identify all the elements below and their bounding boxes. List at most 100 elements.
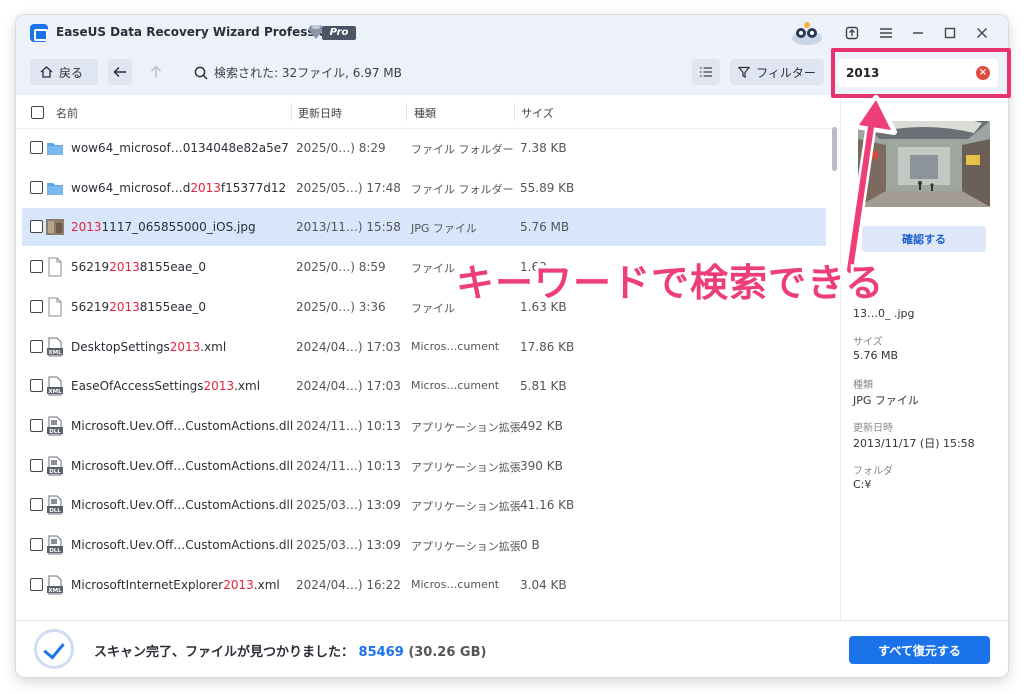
back-button[interactable]: 戻る bbox=[30, 59, 98, 85]
file-date: 2024/04…) 16:22 bbox=[296, 577, 401, 592]
recover-all-button[interactable]: すべて復元する bbox=[849, 636, 990, 664]
preview-panel: 確認する 13…0_ .jpg サイズ 5.76 MB 種類 JPG ファイル … bbox=[840, 95, 1008, 620]
file-name-part: MicrosoftInternetExplorer bbox=[71, 577, 224, 592]
preview-size-label: サイズ bbox=[853, 337, 883, 348]
file-name[interactable]: DesktopSettings2013.xml bbox=[71, 340, 226, 354]
header-name[interactable]: 名前 bbox=[56, 105, 78, 121]
file-name-part: Microsoft.Uev.Off…CustomActions.dll bbox=[71, 538, 294, 552]
row-checkbox[interactable] bbox=[30, 220, 43, 234]
row-checkbox[interactable] bbox=[30, 180, 43, 194]
maximize-icon[interactable] bbox=[940, 23, 960, 43]
upload-feedback-icon[interactable] bbox=[842, 23, 862, 43]
scan-result: スキャン完了、ファイルが見つかりました： 85469 (30.26 GB) bbox=[94, 641, 486, 660]
list-view-button[interactable] bbox=[692, 59, 720, 85]
row-checkbox[interactable] bbox=[30, 418, 43, 432]
header-divider[interactable] bbox=[406, 103, 407, 121]
row-checkbox[interactable] bbox=[30, 260, 43, 274]
file-name[interactable]: Microsoft.Uev.Off…CustomActions.dll bbox=[71, 538, 293, 552]
filter-button[interactable]: フィルター bbox=[730, 59, 824, 85]
confirm-button[interactable]: 確認する bbox=[862, 226, 986, 252]
preview-file-name: 13…0_ .jpg bbox=[853, 307, 915, 320]
table-row[interactable]: wow64_microsof…d2013f15377d12 2025/05…) 1… bbox=[22, 169, 826, 207]
file-size: 390 KB bbox=[520, 458, 563, 473]
file-type: Micros…cument bbox=[411, 339, 500, 353]
select-all-checkbox[interactable] bbox=[31, 106, 44, 119]
row-checkbox[interactable] bbox=[30, 538, 43, 551]
preview-size-value: 5.76 MB bbox=[853, 349, 899, 362]
nav-back-button[interactable] bbox=[108, 59, 132, 85]
arrow-left-icon bbox=[113, 66, 126, 78]
file-name[interactable]: wow64_microsof…d2013f15377d12 bbox=[71, 181, 286, 195]
search-box[interactable]: × bbox=[838, 59, 998, 87]
row-checkbox[interactable] bbox=[30, 141, 43, 154]
search-status: 検索された: 32ファイル, 6.97 MB bbox=[194, 64, 402, 81]
filter-icon bbox=[738, 66, 751, 78]
file-name-part: DesktopSettings bbox=[71, 339, 170, 354]
minimize-icon[interactable] bbox=[908, 23, 928, 43]
nav-up-button[interactable] bbox=[144, 59, 168, 85]
file-name[interactable]: MicrosoftInternetExplorer2013.xml bbox=[71, 578, 280, 592]
svg-text:DLL: DLL bbox=[49, 548, 61, 554]
file-date: 2024/04…) 17:03 bbox=[296, 339, 401, 354]
svg-text:DLL: DLL bbox=[49, 469, 61, 475]
table-row[interactable]: DLL Microsoft.Uev.Off…CustomActions.dll 20… bbox=[22, 486, 826, 524]
table-row[interactable]: XML EaseOfAccessSettings2013.xml 2024/04…)… bbox=[22, 367, 826, 405]
list-header: 名前 更新日時 種類 サイズ bbox=[16, 95, 840, 129]
table-row[interactable]: DLL Microsoft.Uev.Off…CustomActions.dll 20… bbox=[22, 407, 826, 445]
file-date: 2025/03…) 13:09 bbox=[296, 498, 401, 513]
filter-label: フィルター bbox=[756, 65, 816, 80]
file-name[interactable]: 5621920138155eae_0 bbox=[71, 300, 206, 314]
file-icon bbox=[46, 297, 64, 317]
file-name-part: 56219 bbox=[71, 260, 110, 275]
dll-file-icon: DLL bbox=[46, 416, 64, 436]
row-checkbox[interactable] bbox=[30, 339, 43, 353]
file-name[interactable]: wow64_microsof…0134048e82a5e7 bbox=[71, 141, 289, 155]
table-row[interactable]: DLL Microsoft.Uev.Off…CustomActions.dll 20… bbox=[22, 447, 826, 485]
dll-file-icon: DLL bbox=[46, 495, 64, 515]
clear-search-icon[interactable]: × bbox=[976, 66, 990, 80]
header-type[interactable]: 種類 bbox=[414, 105, 436, 121]
file-type: アプリケーション拡張 bbox=[411, 420, 521, 434]
preview-type-value: JPG ファイル bbox=[853, 394, 919, 407]
row-checkbox[interactable] bbox=[30, 577, 43, 591]
avatar-icon[interactable] bbox=[790, 21, 824, 45]
file-name-part: 8155eae_0 bbox=[139, 299, 207, 314]
file-name[interactable]: Microsoft.Uev.Off…CustomActions.dll bbox=[71, 459, 293, 473]
file-type: ファイル フォルダー bbox=[411, 182, 514, 196]
table-row[interactable]: wow64_microsof…0134048e82a5e7 2025/0…) 8:… bbox=[22, 129, 826, 167]
table-row[interactable]: 20131117_065855000_iOS.jpg 2013/11…) 15:5… bbox=[22, 208, 826, 247]
preview-folder-label: フォルダ bbox=[853, 466, 893, 477]
row-checkbox[interactable] bbox=[30, 498, 43, 512]
file-type: ファイル bbox=[411, 301, 455, 315]
file-name[interactable]: 20131117_065855000_iOS.jpg bbox=[71, 220, 256, 234]
table-row[interactable]: DLL Microsoft.Uev.Off…CustomActions.dll 20… bbox=[22, 526, 826, 564]
toolbar: 戻る 検索された: 32ファイル, 6.97 MB フィルター × bbox=[16, 51, 1008, 95]
header-size[interactable]: サイズ bbox=[521, 105, 554, 121]
row-checkbox[interactable] bbox=[30, 458, 43, 472]
file-name-part: wow64_microsof…d bbox=[71, 180, 191, 195]
table-row[interactable]: XML MicrosoftInternetExplorer2013.xml 2024… bbox=[22, 566, 826, 604]
file-size: 17.86 KB bbox=[520, 339, 575, 354]
file-name-part: f15377d12 bbox=[220, 180, 287, 195]
app-window: EaseUS Data Recovery Wizard Professional… bbox=[16, 15, 1008, 677]
keyword-match: 2013 bbox=[71, 220, 102, 235]
row-checkbox[interactable] bbox=[30, 379, 43, 393]
file-name[interactable]: Microsoft.Uev.Off…CustomActions.dll bbox=[71, 419, 293, 433]
table-row[interactable]: XML DesktopSettings2013.xml 2024/04…) 17:0… bbox=[22, 328, 826, 366]
header-divider[interactable] bbox=[291, 103, 292, 121]
header-date[interactable]: 更新日時 bbox=[298, 105, 342, 121]
file-type: アプリケーション拡張 bbox=[411, 460, 521, 474]
scrollbar[interactable] bbox=[832, 127, 837, 171]
header-divider[interactable] bbox=[514, 103, 515, 121]
search-icon bbox=[194, 66, 208, 80]
file-name[interactable]: EaseOfAccessSettings2013.xml bbox=[71, 379, 260, 393]
file-name[interactable]: 5621920138155eae_0 bbox=[71, 260, 206, 274]
file-name[interactable]: Microsoft.Uev.Off…CustomActions.dll bbox=[71, 498, 293, 512]
row-checkbox[interactable] bbox=[30, 299, 43, 313]
file-size: 55.89 KB bbox=[520, 180, 575, 195]
file-date: 2013/11…) 15:58 bbox=[296, 220, 401, 235]
search-input[interactable] bbox=[846, 65, 966, 81]
close-icon[interactable] bbox=[972, 23, 992, 43]
menu-icon[interactable] bbox=[876, 23, 896, 43]
file-date: 2025/0…) 3:36 bbox=[296, 299, 386, 314]
